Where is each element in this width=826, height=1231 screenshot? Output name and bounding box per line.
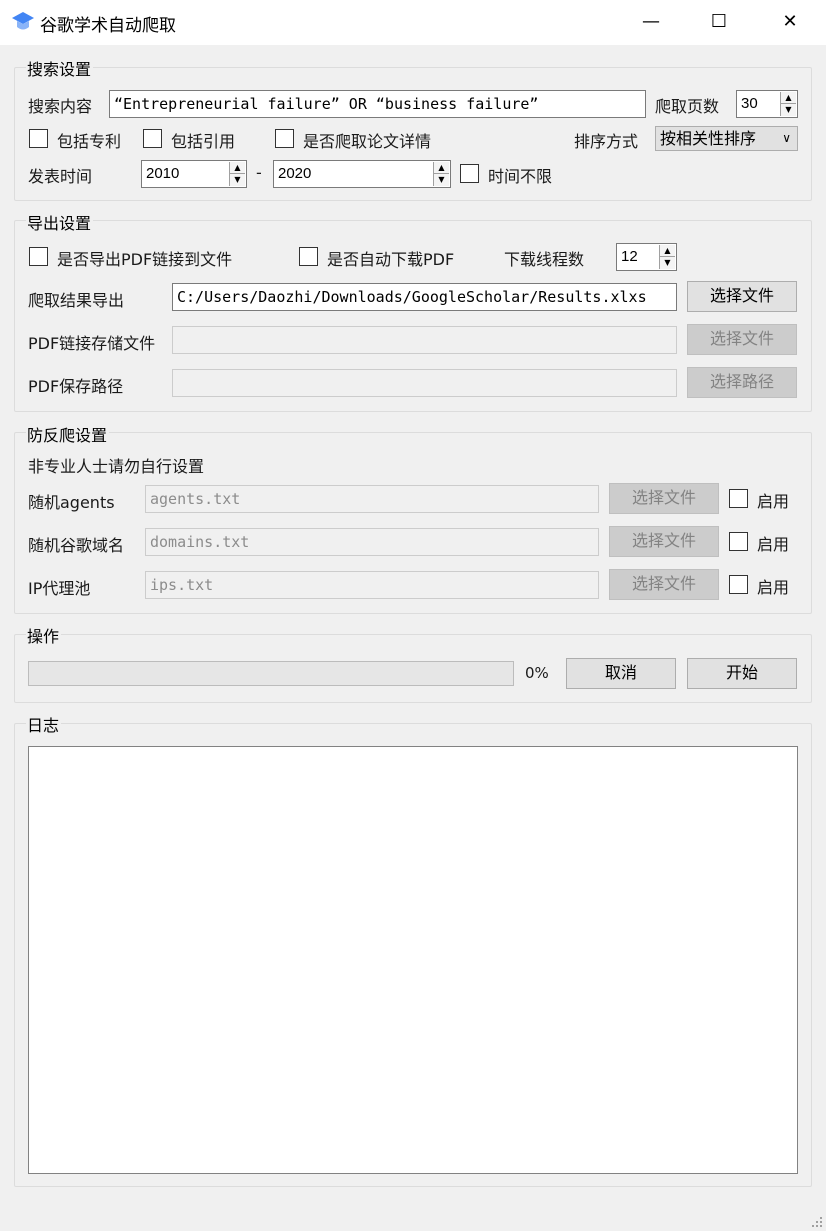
domains-enable-checkbox[interactable] [729,532,748,551]
year-from-spinbox[interactable]: 2010 ▲ ▼ [141,160,247,188]
results-choose-file-button[interactable]: 选择文件 [687,281,797,312]
pages-label: 爬取页数 [655,97,720,116]
resize-grip-icon[interactable] [810,1215,824,1229]
spin-up-icon[interactable]: ▲ [434,162,449,174]
agents-input[interactable]: agents.txt [145,485,599,513]
domains-label: 随机谷歌域名 [28,536,125,555]
pdf-path-label: PDF保存路径 [28,377,124,396]
window-title: 谷歌学术自动爬取 [40,16,176,36]
pdf-links-label: PDF链接存储文件 [28,334,156,353]
include-patents-checkbox[interactable] [29,129,48,148]
minimize-button[interactable]: — [616,0,686,45]
spin-down-icon[interactable]: ▼ [230,174,245,186]
export-pdf-links-checkbox[interactable] [29,247,48,266]
auto-download-pdf-label: 是否自动下载PDF [327,250,455,269]
threads-label: 下载线程数 [504,250,585,269]
pdf-path-choose-button[interactable]: 选择路径 [687,367,797,398]
include-citations-checkbox[interactable] [143,129,162,148]
progress-text: 0% [525,664,549,682]
search-settings-title: 搜索设置 [26,56,94,80]
domains-input[interactable]: domains.txt [145,528,599,556]
operation-title: 操作 [26,623,62,647]
spin-up-icon[interactable]: ▲ [230,162,245,174]
year-to-value: 2020 [278,165,312,182]
year-to-spinbox[interactable]: 2020 ▲ ▼ [273,160,451,188]
maximize-icon: ☐ [710,11,728,32]
year-from-value: 2010 [146,165,180,182]
ip-pool-enable-label: 启用 [757,578,790,597]
pages-spinbox[interactable]: 30 ▲ ▼ [736,90,798,118]
start-button[interactable]: 开始 [687,658,797,689]
agents-choose-file-button[interactable]: 选择文件 [609,483,719,514]
maximize-button[interactable]: ☐ [684,0,754,45]
spin-down-icon[interactable]: ▼ [781,104,796,116]
auto-download-pdf-checkbox[interactable] [299,247,318,266]
pdf-links-input[interactable] [172,326,677,354]
export-pdf-links-label: 是否导出PDF链接到文件 [57,250,233,269]
ip-pool-enable-checkbox[interactable] [729,575,748,594]
agents-label: 随机agents [28,493,115,512]
pages-value: 30 [741,95,758,112]
results-label: 爬取结果导出 [28,291,125,310]
domains-choose-file-button[interactable]: 选择文件 [609,526,719,557]
agents-enable-label: 启用 [757,492,790,511]
cancel-button[interactable]: 取消 [566,658,676,689]
chevron-down-icon: ∨ [782,131,791,145]
spin-up-icon[interactable]: ▲ [660,245,675,257]
no-time-limit-checkbox[interactable] [460,164,479,183]
agents-enable-checkbox[interactable] [729,489,748,508]
title-bar: 谷歌学术自动爬取 — ☐ ✕ [0,0,826,45]
log-textarea[interactable] [28,746,798,1174]
include-patents-label: 包括专利 [57,132,122,151]
sort-label: 排序方式 [574,132,639,151]
minimize-icon: — [642,11,660,32]
threads-value: 12 [621,248,638,265]
pdf-path-input[interactable] [172,369,677,397]
app-logo-icon [12,12,34,30]
results-path-input[interactable]: C:/Users/Daozhi/Downloads/GoogleScholar/… [172,283,677,311]
export-settings-title: 导出设置 [26,210,94,234]
date-label: 发表时间 [28,167,93,186]
threads-spinbox[interactable]: 12 ▲ ▼ [616,243,677,271]
ip-pool-choose-file-button[interactable]: 选择文件 [609,569,719,600]
include-citations-label: 包括引用 [171,132,236,151]
query-label: 搜索内容 [28,97,93,116]
spin-up-icon[interactable]: ▲ [781,92,796,104]
ip-pool-label: IP代理池 [28,579,91,598]
pdf-links-choose-file-button[interactable]: 选择文件 [687,324,797,355]
date-dash: - [256,163,262,182]
progress-bar [28,661,514,686]
crawl-details-label: 是否爬取论文详情 [303,132,432,151]
ip-pool-input[interactable]: ips.txt [145,571,599,599]
sort-select[interactable]: 按相关性排序 ∨ [655,126,798,151]
anti-crawl-warning: 非专业人士请勿自行设置 [28,457,205,476]
crawl-details-checkbox[interactable] [275,129,294,148]
query-input[interactable]: “Entrepreneurial failure” OR “business f… [109,90,646,118]
spin-down-icon[interactable]: ▼ [434,174,449,186]
close-button[interactable]: ✕ [755,0,825,45]
close-icon: ✕ [782,11,798,32]
log-title: 日志 [26,712,62,736]
domains-enable-label: 启用 [757,535,790,554]
spin-down-icon[interactable]: ▼ [660,257,675,269]
no-time-limit-label: 时间不限 [488,167,553,186]
sort-value: 按相关性排序 [660,129,757,148]
anti-crawl-title: 防反爬设置 [26,422,110,446]
